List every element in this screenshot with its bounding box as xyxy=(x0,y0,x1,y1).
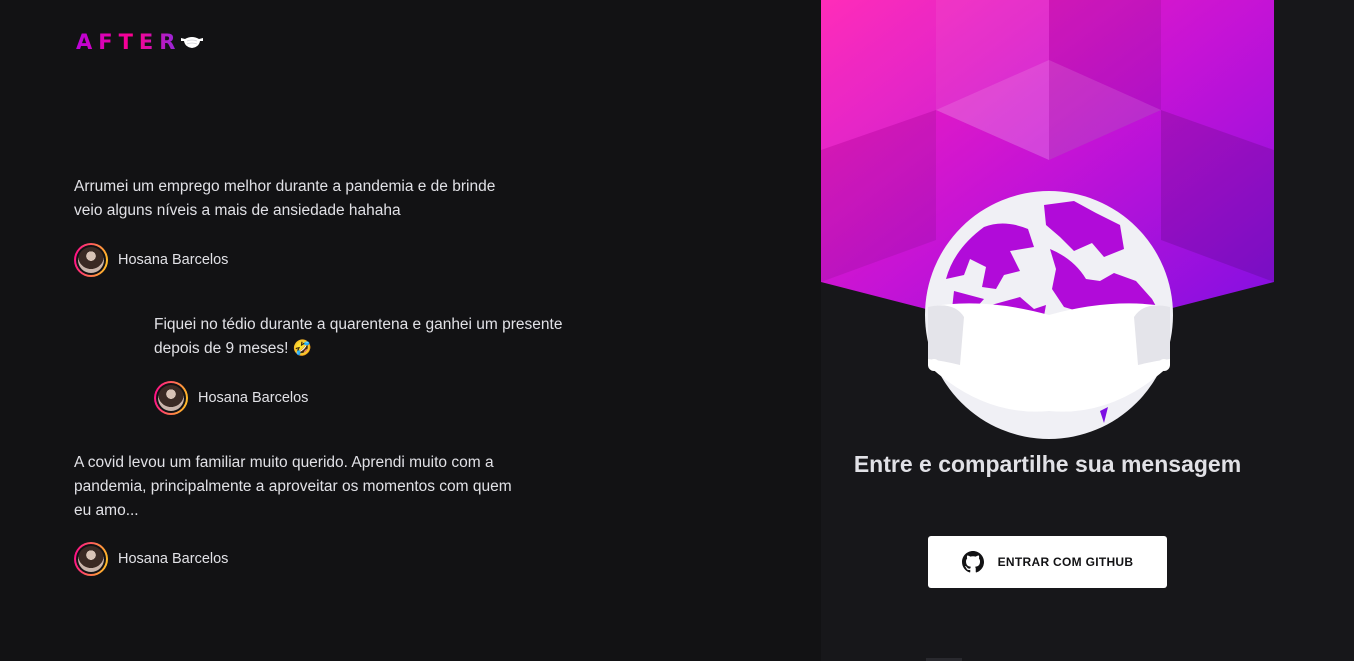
message-text: Fiquei no tédio durante a quarentena e g… xyxy=(154,316,563,357)
page: AFTER Arrumei um emprego melhor durante … xyxy=(0,0,1354,661)
globe-mask-illustration xyxy=(925,191,1173,439)
avatar xyxy=(74,542,108,576)
message-card: Fiquei no tédio durante a quarentena e g… xyxy=(154,313,594,415)
message-author: Hosana Barcelos xyxy=(154,381,594,415)
github-icon xyxy=(961,551,984,573)
login-panel: Entre e compartilhe sua mensagem ENTRAR … xyxy=(821,0,1354,661)
message-author: Hosana Barcelos xyxy=(74,542,524,576)
author-name: Hosana Barcelos xyxy=(198,390,309,406)
message-author: Hosana Barcelos xyxy=(74,243,524,277)
author-name: Hosana Barcelos xyxy=(118,252,229,268)
avatar xyxy=(74,243,108,277)
message-card: A covid levou um familiar muito querido.… xyxy=(74,451,524,576)
avatar xyxy=(154,381,188,415)
message-text: A covid levou um familiar muito querido.… xyxy=(74,454,512,519)
author-name: Hosana Barcelos xyxy=(118,551,229,567)
message-text: Arrumei um emprego melhor durante a pand… xyxy=(74,178,496,219)
github-login-button[interactable]: ENTRAR COM GITHUB xyxy=(928,536,1167,588)
message-card: Arrumei um emprego melhor durante a pand… xyxy=(74,175,524,277)
github-login-label: ENTRAR COM GITHUB xyxy=(997,555,1134,569)
login-title: Entre e compartilhe sua mensagem xyxy=(853,451,1242,477)
message-wall: AFTER Arrumei um emprego melhor durante … xyxy=(0,0,821,661)
face-mask-icon xyxy=(181,37,204,48)
logo-text: AFTER xyxy=(76,30,182,54)
logo: AFTER xyxy=(76,30,205,54)
